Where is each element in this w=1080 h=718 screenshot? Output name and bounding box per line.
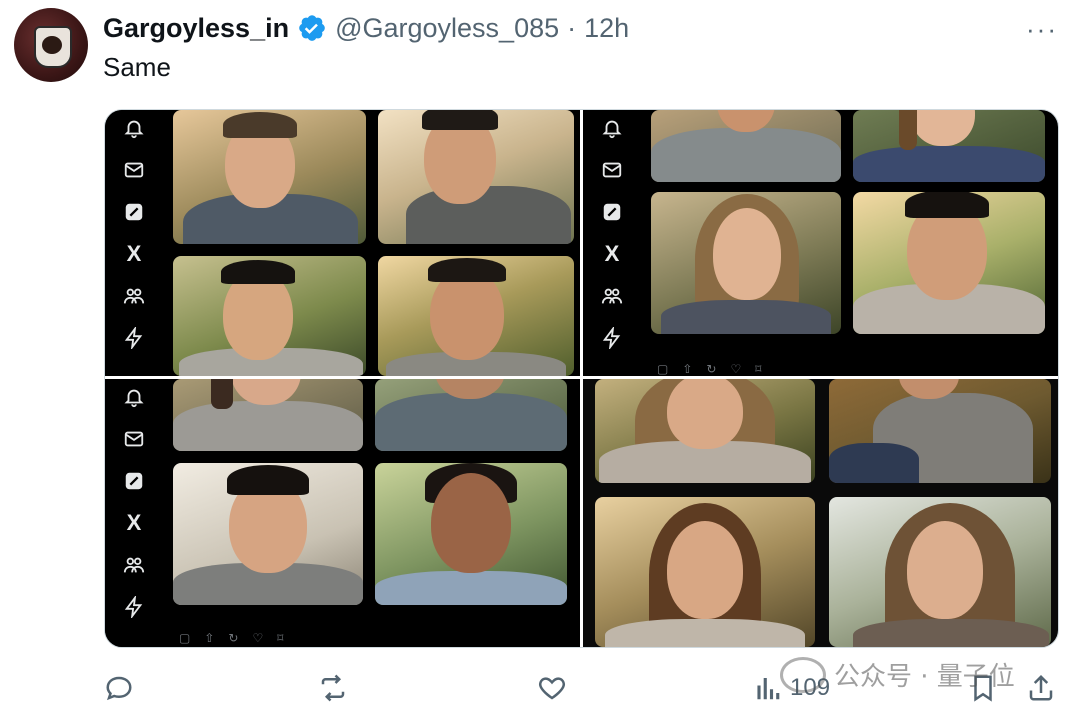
share-button[interactable] xyxy=(1026,668,1056,708)
bell-icon xyxy=(120,383,148,411)
embedded-share-icon: ⇧ xyxy=(682,362,693,376)
portrait-man-7 xyxy=(829,379,1051,483)
mail-icon xyxy=(120,156,148,184)
embedded-repost-icon: ↻ xyxy=(228,631,239,645)
mail-icon xyxy=(120,425,148,453)
reply-icon xyxy=(106,676,132,701)
embedded-share-icon: ⇧ xyxy=(204,631,215,645)
x-logo-icon: X xyxy=(126,241,142,266)
tweet-text: Same xyxy=(103,52,171,82)
repost-icon xyxy=(321,674,345,702)
embedded-reply-icon: ▢ xyxy=(179,631,191,645)
compose-icon xyxy=(120,467,148,495)
reply-button[interactable] xyxy=(104,668,134,708)
like-button[interactable] xyxy=(537,668,567,708)
x-logo-icon: X xyxy=(126,510,142,535)
embedded-post-actions: ▢ ⇧ ↻ ♡ ⌑ xyxy=(179,631,283,645)
embedded-reply-icon: ▢ xyxy=(657,362,669,376)
embedded-repost-icon: ↻ xyxy=(706,362,717,376)
mail-icon xyxy=(598,156,626,184)
embedded-like-icon: ♡ xyxy=(730,362,742,376)
media-image-4[interactable] xyxy=(583,379,1058,647)
app-sidebar: X xyxy=(583,110,641,376)
portrait-man-5 xyxy=(853,192,1045,334)
tweet-header: Gargoyless_in @Gargoyless_085 · 12h xyxy=(103,10,629,46)
app-sidebar: X xyxy=(105,379,163,647)
lightning-icon xyxy=(120,324,148,352)
bell-icon xyxy=(120,114,148,142)
portrait-woman-1 xyxy=(651,192,841,334)
portrait-man-3 xyxy=(173,256,366,376)
portrait-man-1 xyxy=(173,110,366,244)
portrait-woman-3 xyxy=(595,379,815,483)
timestamp[interactable]: 12h xyxy=(584,13,629,44)
communities-icon xyxy=(120,282,148,310)
lightning-icon xyxy=(598,324,626,352)
compose-icon xyxy=(120,198,148,226)
portrait-partial-3 xyxy=(173,379,363,451)
embedded-bookmark-icon: ⌑ xyxy=(755,362,762,376)
share-icon xyxy=(1029,674,1053,701)
app-sidebar: X xyxy=(105,110,163,376)
user-handle[interactable]: @Gargoyless_085 xyxy=(335,13,559,44)
media-grid[interactable]: X X ▢ ⇧ ↻ ♡ ⌑ X ▢ ⇧ ↻ ♡ ⌑ xyxy=(104,109,1059,648)
portrait-partial-1 xyxy=(651,110,841,182)
avatar-coffee-cup xyxy=(34,26,72,68)
portrait-partial-4 xyxy=(375,379,567,451)
tweet: Gargoyless_in @Gargoyless_085 · 12h ··· … xyxy=(0,0,1080,718)
communities-icon xyxy=(598,282,626,310)
lightning-icon xyxy=(120,593,148,621)
more-options-icon[interactable]: ··· xyxy=(1026,14,1058,45)
repost-button[interactable] xyxy=(318,668,348,708)
portrait-woman-4 xyxy=(595,497,815,647)
portrait-woman-2 xyxy=(375,463,567,605)
watermark: 公众号 · 量子位 xyxy=(780,656,1015,693)
embedded-bookmark-icon: ⌑ xyxy=(277,631,284,645)
embedded-post-actions: ▢ ⇧ ↻ ♡ ⌑ xyxy=(657,362,761,376)
portrait-man-4 xyxy=(378,256,574,376)
portrait-man-6 xyxy=(173,463,363,605)
watermark-text: 公众号 · 量子位 xyxy=(834,662,1015,692)
verified-badge-icon xyxy=(297,13,327,43)
communities-icon xyxy=(120,551,148,579)
media-image-3[interactable]: X ▢ ⇧ ↻ ♡ ⌑ xyxy=(105,379,580,647)
embedded-like-icon: ♡ xyxy=(252,631,264,645)
media-image-1[interactable]: X xyxy=(105,110,580,376)
media-image-2[interactable]: X ▢ ⇧ ↻ ♡ ⌑ xyxy=(583,110,1058,376)
heart-icon xyxy=(539,677,565,700)
bell-icon xyxy=(598,114,626,142)
avatar[interactable] xyxy=(14,8,88,82)
separator-dot: · xyxy=(567,12,577,43)
portrait-partial-2 xyxy=(853,110,1045,182)
portrait-woman-5 xyxy=(829,497,1051,647)
x-logo-icon: X xyxy=(604,241,620,266)
portrait-man-2 xyxy=(378,110,574,244)
compose-icon xyxy=(598,198,626,226)
wechat-logo-icon xyxy=(780,656,826,693)
display-name[interactable]: Gargoyless_in xyxy=(103,13,289,44)
